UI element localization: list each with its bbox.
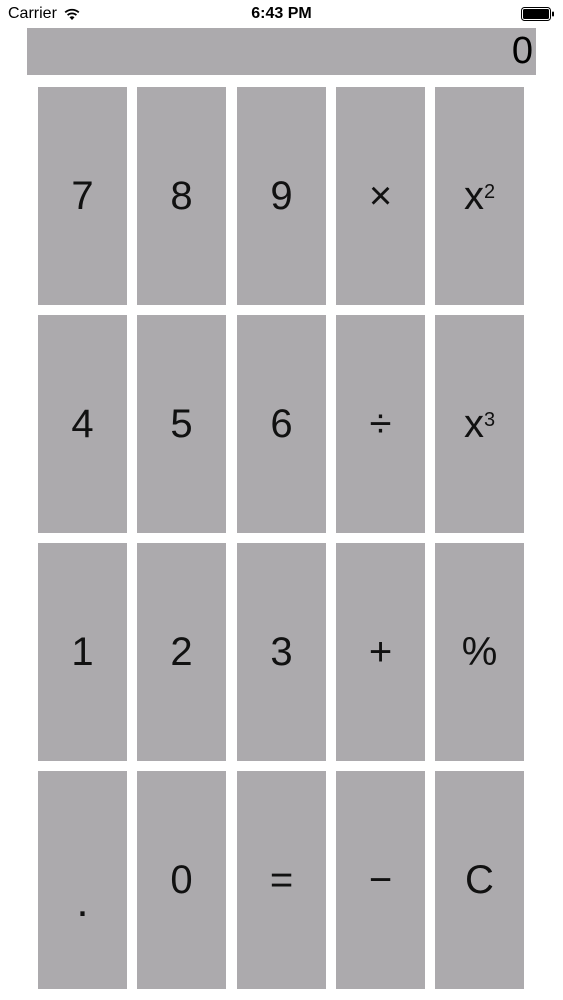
- key-0[interactable]: 0: [137, 771, 226, 989]
- key-label: 1: [71, 629, 94, 674]
- key-label: x: [463, 173, 484, 218]
- key-label: 5: [170, 401, 193, 446]
- key-label: =: [269, 857, 294, 902]
- key-1[interactable]: 1: [38, 543, 127, 761]
- key-label: x: [463, 401, 484, 446]
- key-label: 2: [170, 629, 193, 674]
- key-label: −: [368, 857, 393, 902]
- key-label: +: [368, 629, 393, 674]
- key-label: 7: [71, 173, 94, 218]
- key-2[interactable]: 2: [137, 543, 226, 761]
- key-square[interactable]: x2: [435, 87, 524, 305]
- key-label: ÷: [369, 401, 392, 446]
- key-label: 3: [270, 629, 293, 674]
- key-3[interactable]: 3: [237, 543, 326, 761]
- key-minus[interactable]: −: [336, 771, 425, 989]
- key-label: C: [465, 857, 494, 902]
- key-5[interactable]: 5: [137, 315, 226, 533]
- key-multiply[interactable]: ×: [336, 87, 425, 305]
- key-4[interactable]: 4: [38, 315, 127, 533]
- key-exponent: 3: [483, 408, 496, 431]
- key-9[interactable]: 9: [237, 87, 326, 305]
- battery-icon: [521, 7, 554, 21]
- key-label: 4: [71, 401, 94, 446]
- key-clear[interactable]: C: [435, 771, 524, 989]
- key-8[interactable]: 8: [137, 87, 226, 305]
- key-label: 6: [270, 401, 293, 446]
- key-divide[interactable]: ÷: [336, 315, 425, 533]
- key-label: 0: [170, 857, 193, 902]
- status-time: 6:43 PM: [251, 5, 312, 22]
- key-label: %: [461, 629, 498, 674]
- key-label: 9: [270, 173, 293, 218]
- display-value: 0: [511, 30, 533, 72]
- key-label: 8: [170, 173, 193, 218]
- key-equals[interactable]: =: [237, 771, 326, 989]
- key-label: ×: [368, 173, 393, 218]
- key-plus[interactable]: +: [336, 543, 425, 761]
- key-7[interactable]: 7: [38, 87, 127, 305]
- key-percent[interactable]: %: [435, 543, 524, 761]
- status-bar: Carrier 6:43 PM: [0, 0, 563, 28]
- key-label: .: [76, 877, 89, 926]
- key-decimal[interactable]: .: [38, 771, 127, 989]
- key-6[interactable]: 6: [237, 315, 326, 533]
- calculator-display: 0: [27, 28, 536, 75]
- key-cube[interactable]: x3: [435, 315, 524, 533]
- key-exponent: 2: [483, 180, 496, 203]
